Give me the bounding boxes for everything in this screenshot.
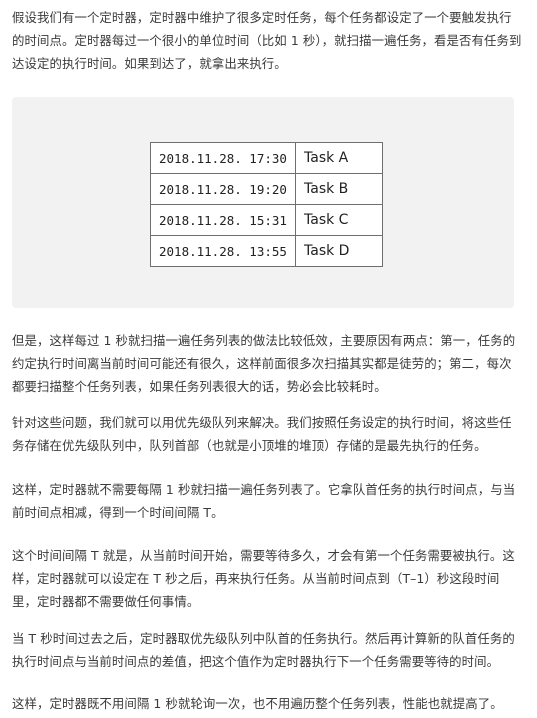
task-time-cell: 2018.11.28. 17:30 <box>150 142 296 174</box>
task-table-figure: 2018.11.28. 17:30 Task A 2018.11.28. 19:… <box>12 97 514 308</box>
task-schedule-table: 2018.11.28. 17:30 Task A 2018.11.28. 19:… <box>150 142 383 267</box>
paragraph-next-task: 当 T 秒时间过去之后，定时器取优先级队列中队首的任务执行。然后再计算新的队首任… <box>12 631 515 669</box>
article-page: 假设我们有一个定时器，定时器中维护了很多定时任务，每个任务都设定了一个要触发执行… <box>0 0 537 718</box>
paragraph-wait: 这个时间间隔 T 就是，从当前时间开始，需要等待多久，才会有第一个任务需要被执行… <box>12 548 515 609</box>
paragraph-problem: 但是，这样每过 1 秒就扫描一遍任务列表的做法比较低效，主要原因有两点：第一，任… <box>12 333 516 394</box>
table-row: 2018.11.28. 15:31 Task C <box>150 204 383 236</box>
table-row: 2018.11.28. 13:55 Task D <box>150 235 383 267</box>
task-name-cell: Task A <box>295 142 383 174</box>
paragraph-conclusion: 这样，定时器既不用间隔 1 秒就轮询一次，也不用遍历整个任务列表，性能也就提高了… <box>12 696 503 711</box>
paragraph-intro: 假设我们有一个定时器，定时器中维护了很多定时任务，每个任务都设定了一个要触发执行… <box>12 10 522 71</box>
task-name-cell: Task D <box>295 235 383 267</box>
task-time-cell: 2018.11.28. 19:20 <box>150 173 296 205</box>
task-name-cell: Task B <box>295 173 383 205</box>
task-time-cell: 2018.11.28. 13:55 <box>150 235 296 267</box>
task-time-cell: 2018.11.28. 15:31 <box>150 204 296 236</box>
paragraph-priority-queue: 针对这些问题，我们就可以用优先级队列来解决。我们按照任务设定的执行时间，将这些任… <box>12 415 512 453</box>
table-row: 2018.11.28. 17:30 Task A <box>150 142 383 174</box>
table-row: 2018.11.28. 19:20 Task B <box>150 173 383 205</box>
task-name-cell: Task C <box>295 204 383 236</box>
paragraph-interval: 这样，定时器就不需要每隔 1 秒就扫描一遍任务列表了。它拿队首任务的执行时间点，… <box>12 482 516 520</box>
